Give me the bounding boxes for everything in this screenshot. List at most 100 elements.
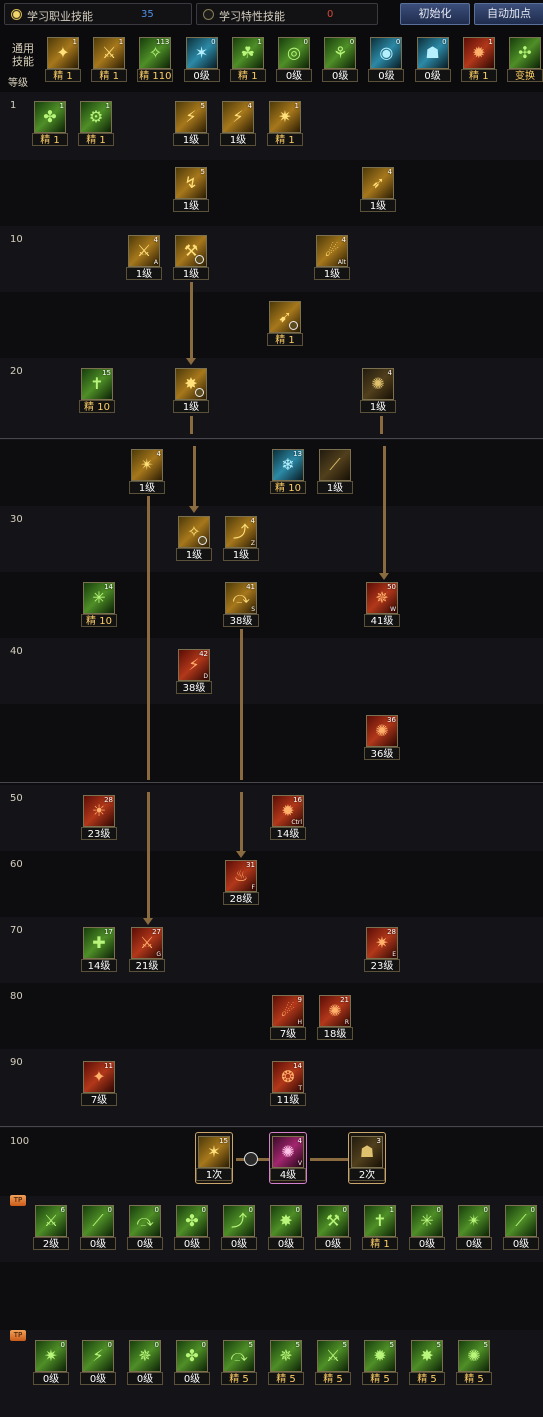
skill-icon[interactable]: ✸ — [175, 368, 207, 400]
skill-icon[interactable]: ✷ 0 — [35, 1340, 67, 1372]
skill-icon[interactable]: ☄ 9 H — [272, 995, 304, 1027]
common-skill-6[interactable]: ◎ 0 0级 — [276, 37, 312, 83]
skill-icon[interactable]: ✦ 1 — [47, 37, 79, 69]
tree-skill[interactable]: ✺ 4 V 4级 — [270, 1136, 306, 1182]
tree-skill[interactable]: ✦ 11 7级 — [81, 1061, 117, 1107]
skill-icon[interactable]: ✺ 4 — [362, 368, 394, 400]
skill-icon[interactable]: ✴ 0 — [458, 1205, 490, 1237]
tp-skill[interactable]: ✴ 0 0级 — [456, 1205, 492, 1251]
skill-icon[interactable]: ⤼ 0 — [129, 1205, 161, 1237]
skill-icon[interactable]: ❂ 14 T — [272, 1061, 304, 1093]
tp-skill[interactable]: ✷ 0 0级 — [33, 1340, 69, 1386]
tp-skill[interactable]: ⤼ 0 0级 — [127, 1205, 163, 1251]
skill-icon[interactable]: ✺ 5 — [458, 1340, 490, 1372]
common-skill-7[interactable]: ⚘ 0 0级 — [322, 37, 359, 83]
common-skill-8[interactable]: ◉ 0 0级 — [368, 37, 405, 83]
skill-icon[interactable]: ✦ 11 — [83, 1061, 115, 1093]
tree-skill[interactable]: ☗ 3 2次 — [349, 1136, 385, 1182]
skill-icon[interactable]: ⚒ — [175, 235, 207, 267]
skill-icon[interactable]: ➶ 4 — [362, 167, 394, 199]
tp-skill[interactable]: ✵ 0 0级 — [127, 1340, 163, 1386]
tree-skill[interactable]: ✳ 14 精 10 — [81, 582, 117, 628]
tree-skill[interactable]: ➶ 4 1级 — [360, 167, 396, 213]
skill-icon[interactable]: ☀ 28 — [83, 795, 115, 827]
tree-skill[interactable]: ✴ 4 1级 — [129, 449, 165, 495]
auto-allocate-button[interactable]: 自动加点 — [474, 3, 543, 25]
tree-skill[interactable]: ✝ 15 精 10 — [79, 368, 115, 414]
tree-skill[interactable]: ✶ 15 1次 — [196, 1136, 232, 1182]
skill-icon[interactable]: ✷ 1 — [269, 101, 301, 133]
tree-skill[interactable]: ✤ 1 精 1 — [32, 101, 68, 147]
skill-icon[interactable]: ⟋ 0 — [82, 1205, 114, 1237]
skill-icon[interactable]: ✧ — [178, 516, 210, 548]
common-skill-4[interactable]: ✶ 0 0级 — [183, 37, 220, 83]
tp-skill[interactable]: ✺ 5 精 5 — [456, 1340, 492, 1386]
tree-skill[interactable]: ⤼ 41 S 38级 — [223, 582, 259, 628]
skill-icon[interactable]: ✺ 4 V — [272, 1136, 304, 1168]
skill-icon[interactable]: ✶ 15 — [198, 1136, 230, 1168]
common-skill-10[interactable]: ✹ 1 精 1 — [460, 37, 497, 83]
tree-skill[interactable]: ✧ 1级 — [176, 516, 212, 562]
skill-icon[interactable]: ↯ 5 — [175, 167, 207, 199]
tree-skill[interactable]: ⚔ 4 A 1级 — [126, 235, 162, 281]
tp-skill[interactable]: ✝ 1 精 1 — [362, 1205, 398, 1251]
tree-skill[interactable]: ✹ 16 Ctrl 14级 — [270, 795, 306, 841]
tree-skill[interactable]: ✷ 28 E 23级 — [364, 927, 400, 973]
tree-skill[interactable]: ⟋ 1级 — [317, 449, 353, 495]
tp-skill[interactable]: ⚡ 0 0级 — [80, 1340, 116, 1386]
skill-icon[interactable]: ✸ 5 — [411, 1340, 443, 1372]
skill-icon[interactable]: ✝ 15 — [81, 368, 113, 400]
skill-icon[interactable]: ⟋ — [319, 449, 351, 481]
tree-skill[interactable]: ⚡ 42 D 38级 — [176, 649, 212, 695]
tree-skill[interactable]: ⚙ 1 精 1 — [78, 101, 114, 147]
common-skill-1[interactable]: ✦ 1 精 1 — [45, 37, 81, 83]
tp-skill[interactable]: ✵ 5 精 5 — [268, 1340, 304, 1386]
tree-skill[interactable]: ↯ 5 1级 — [173, 167, 209, 213]
tree-skill[interactable]: ✺ 21 R 18级 — [317, 995, 353, 1041]
skill-icon[interactable]: ✸ 0 — [270, 1205, 302, 1237]
skill-icon[interactable]: ⤼ 41 S — [225, 582, 257, 614]
reset-button[interactable]: 初始化 — [400, 3, 470, 25]
tree-skill[interactable]: ♨ 31 F 28级 — [223, 860, 259, 906]
skill-icon[interactable]: ✴ 4 — [131, 449, 163, 481]
skill-icon[interactable]: ✹ 5 — [364, 1340, 396, 1372]
tp-skill[interactable]: ⤴ 0 0级 — [221, 1205, 257, 1251]
skill-icon[interactable]: ⤼ 5 — [223, 1340, 255, 1372]
tab-trait-skills[interactable]: 学习特性技能 0 — [196, 3, 378, 25]
skill-icon[interactable]: ✺ 36 — [366, 715, 398, 747]
skill-icon[interactable]: ⚔ 5 — [317, 1340, 349, 1372]
tp-skill[interactable]: ✳ 0 0级 — [409, 1205, 445, 1251]
skill-icon[interactable]: ⚙ 1 — [80, 101, 112, 133]
skill-icon[interactable]: ➹ — [269, 301, 301, 333]
skill-icon[interactable]: ♨ 31 F — [225, 860, 257, 892]
skill-icon[interactable]: ◎ 0 — [278, 37, 310, 69]
skill-icon[interactable]: ✳ 0 — [411, 1205, 443, 1237]
skill-icon[interactable]: ☗ 3 — [351, 1136, 383, 1168]
tree-skill[interactable]: ❄ 13 精 10 — [270, 449, 306, 495]
skill-icon[interactable]: ✵ 5 — [270, 1340, 302, 1372]
skill-icon[interactable]: ⚘ 0 — [324, 37, 357, 69]
tab-job-skills[interactable]: 学习职业技能 35 — [4, 3, 192, 25]
skill-icon[interactable]: ✝ 1 — [364, 1205, 396, 1237]
tree-skill[interactable]: ✺ 36 36级 — [364, 715, 400, 761]
tp-skill[interactable]: ⚒ 0 0级 — [315, 1205, 351, 1251]
tree-skill[interactable]: ⤴ 4 Z 1级 — [223, 516, 259, 562]
skill-icon[interactable]: ☄ 4 Alt — [316, 235, 348, 267]
common-skill-2[interactable]: ⚔ 1 精 1 — [91, 37, 128, 83]
common-skill-3[interactable]: ✧ 113 精 110 — [137, 37, 174, 83]
skill-icon[interactable]: ✳ 14 — [83, 582, 115, 614]
tree-skill[interactable]: ⚔ 27 G 21级 — [129, 927, 165, 973]
tp-skill[interactable]: ⚔ 5 精 5 — [315, 1340, 351, 1386]
skill-icon[interactable]: ⤴ 4 Z — [225, 516, 257, 548]
skill-icon[interactable]: ✤ 1 — [34, 101, 66, 133]
common-skill-5[interactable]: ☘ 1 精 1 — [229, 37, 266, 83]
skill-icon[interactable]: ✤ 0 — [176, 1340, 208, 1372]
tree-skill[interactable]: ✺ 4 1级 — [360, 368, 396, 414]
skill-icon[interactable]: ✣ — [509, 37, 541, 69]
skill-icon[interactable]: ✧ 113 — [139, 37, 172, 69]
skill-icon[interactable]: ✷ 28 E — [366, 927, 398, 959]
skill-icon[interactable]: ⚡ 0 — [82, 1340, 114, 1372]
skill-icon[interactable]: ⚔ 6 — [35, 1205, 67, 1237]
skill-icon[interactable]: ⟋ 0 — [505, 1205, 537, 1237]
skill-icon[interactable]: ✶ 0 — [185, 37, 218, 69]
